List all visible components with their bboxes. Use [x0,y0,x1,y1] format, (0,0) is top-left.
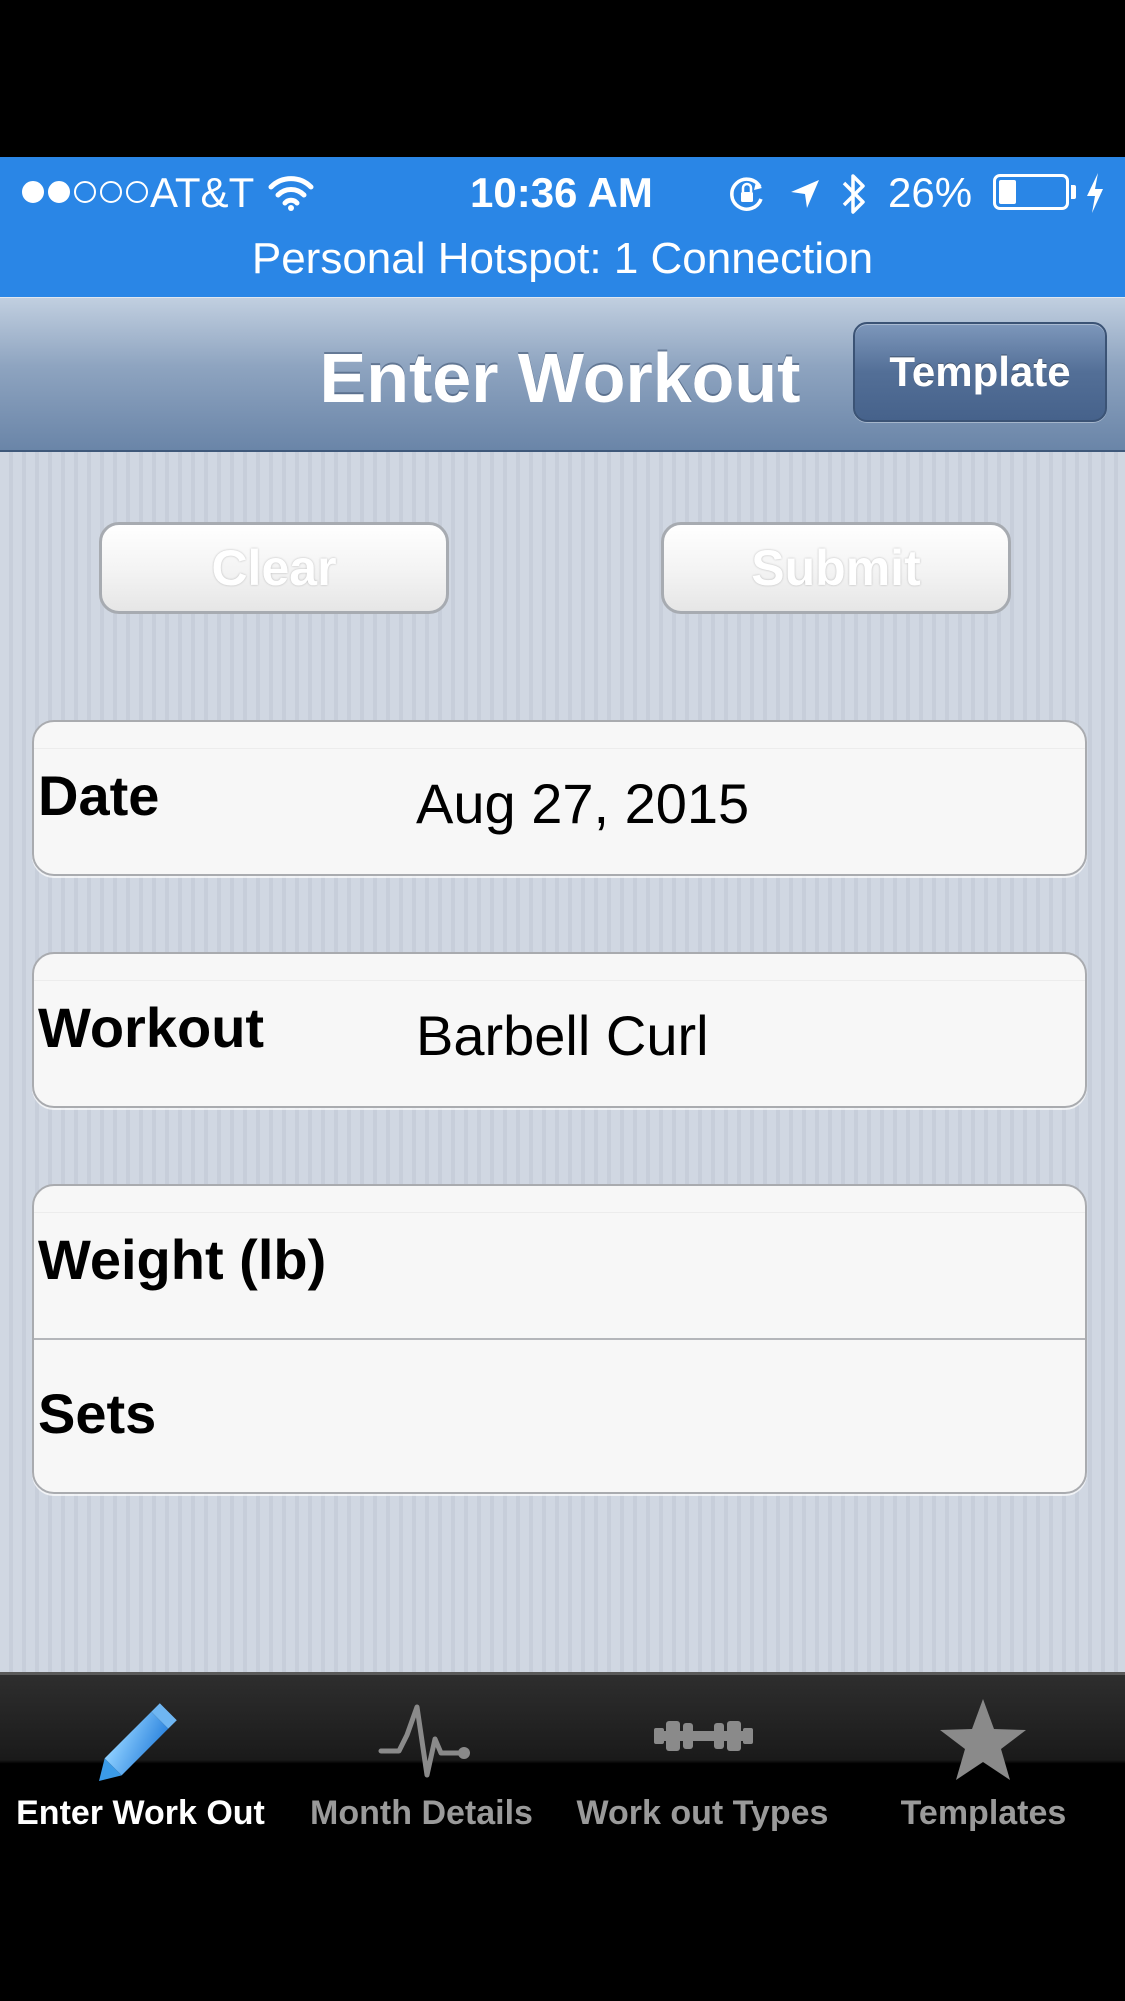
bluetooth-icon [842,174,865,214]
personal-hotspot-banner[interactable]: Personal Hotspot: 1 Connection [0,229,1125,289]
battery-percent: 26% [888,169,973,216]
weight-sets-group: Weight (lb) Sets [32,1184,1087,1494]
navigation-bar: Enter Workout Template [0,297,1125,452]
page-title: Enter Workout [319,339,801,417]
battery-icon [993,174,1069,210]
tab-enter-work-out[interactable]: Enter Work Out [0,1675,281,1855]
signal-strength-icon [22,181,148,207]
carrier-label: AT&T [150,169,255,216]
status-bar: AT&T 10:36 AM 26% Personal Hotspot: 1 Co… [0,157,1125,297]
dumbbell-icon [654,1721,753,1751]
clock: 10:36 AM [470,169,653,216]
orientation-lock-icon [730,177,763,211]
sets-cell[interactable]: Sets [34,1338,1085,1492]
pencil-icon [98,1703,177,1782]
tab-month-details[interactable]: Month Details [281,1675,562,1855]
charging-bolt-icon [1087,173,1103,213]
tab-label: Enter Work Out [16,1794,265,1832]
form-content: Clear Submit Date Aug 27, 2015 Workout B… [0,452,1125,1672]
tab-label: Work out Types [576,1794,829,1832]
date-cell[interactable]: Date Aug 27, 2015 [34,722,1085,874]
tab-label: Templates [900,1794,1067,1832]
tab-bar: Enter Work Out Month Details Work out Ty… [0,1672,1125,1852]
wifi-icon [268,176,314,211]
sets-label: Sets [38,1382,157,1445]
tab-label: Month Details [310,1794,533,1832]
clear-button[interactable]: Clear [99,522,449,614]
home-indicator-area [0,1852,1125,2001]
weight-cell[interactable]: Weight (lb) [34,1186,1085,1338]
date-label: Date [38,764,160,827]
date-group: Date Aug 27, 2015 [32,720,1087,876]
workout-group: Workout Barbell Curl [32,952,1087,1108]
template-button[interactable]: Template [853,322,1107,422]
submit-button[interactable]: Submit [661,522,1011,614]
location-arrow-icon [791,180,819,208]
weight-label: Weight (lb) [38,1228,327,1291]
workout-label: Workout [38,996,265,1059]
star-icon [940,1699,1026,1780]
tab-templates[interactable]: Templates [843,1675,1124,1855]
tab-work-out-types[interactable]: Work out Types [562,1675,843,1855]
date-value[interactable]: Aug 27, 2015 [416,770,749,838]
pulse-icon [378,1704,470,1778]
workout-value[interactable]: Barbell Curl [416,1002,709,1070]
workout-cell[interactable]: Workout Barbell Curl [34,954,1085,1106]
